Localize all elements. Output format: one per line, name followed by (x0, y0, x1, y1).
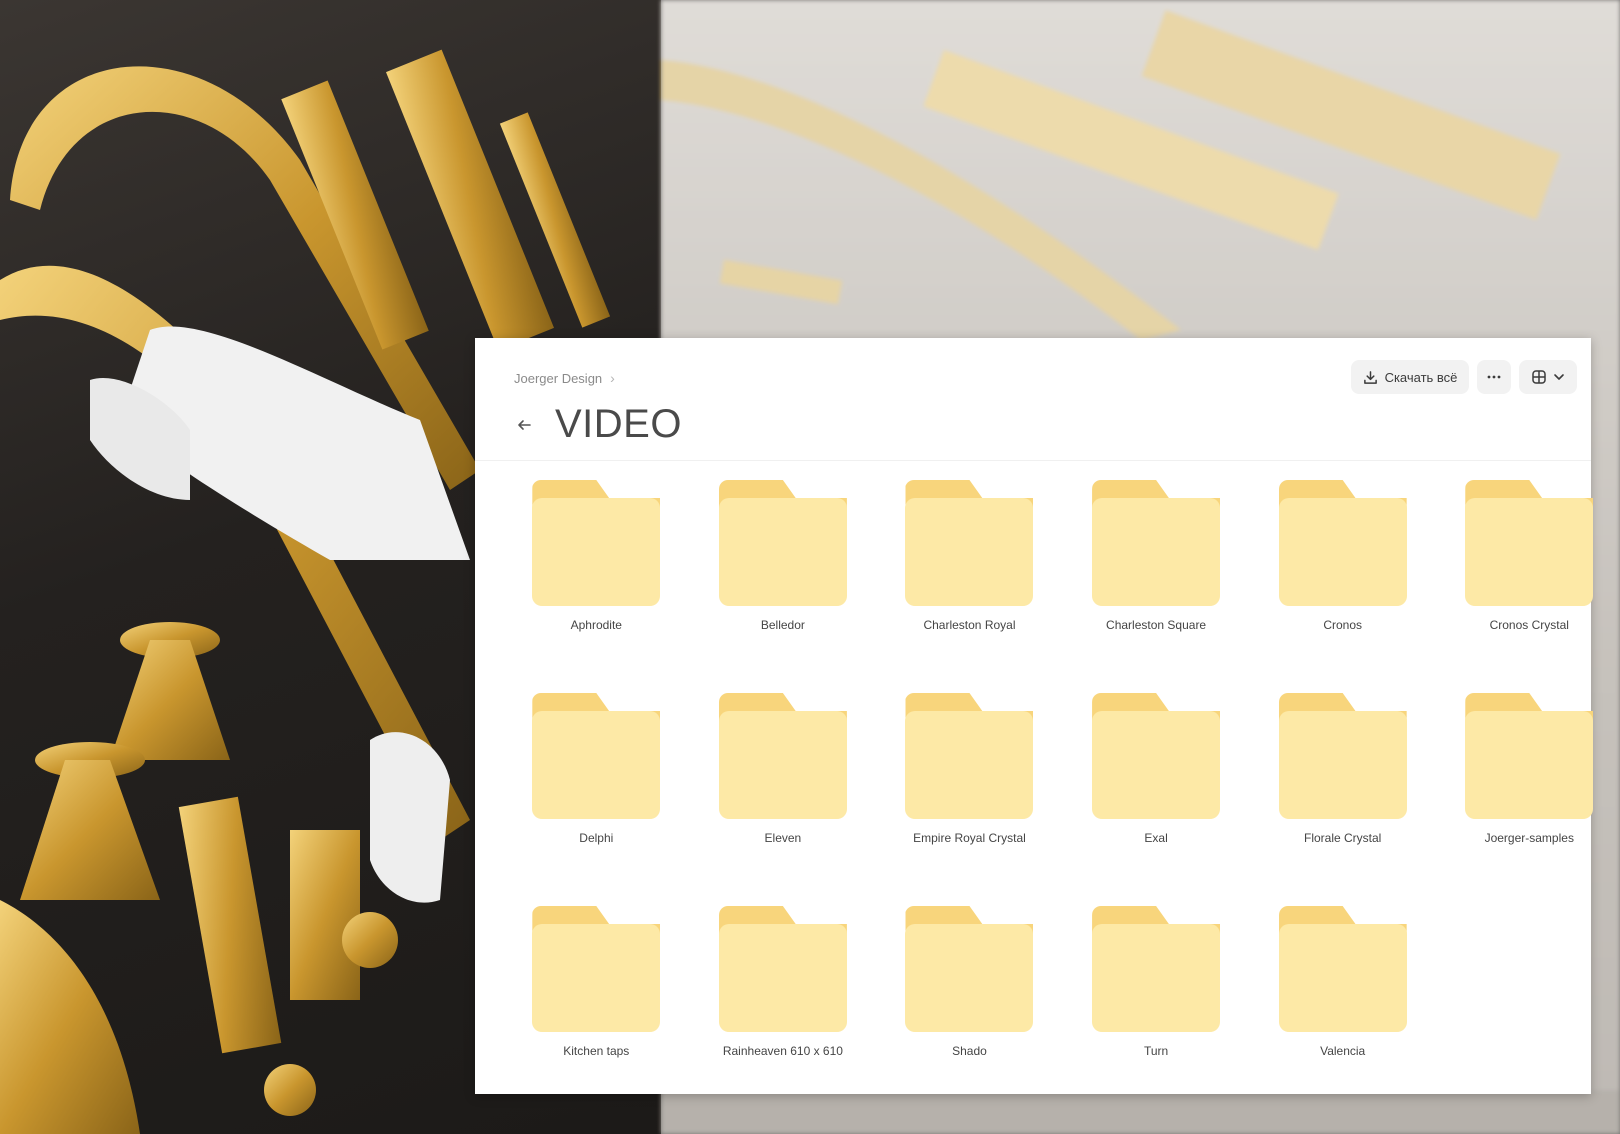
folder-name: Empire Royal Crystal (913, 831, 1026, 845)
folder-icon (1092, 693, 1221, 821)
download-all-label: Скачать всё (1384, 369, 1458, 385)
folder-icon (905, 906, 1034, 1034)
page-title: VIDEO (555, 402, 682, 446)
folder-name: Exal (1144, 831, 1168, 845)
back-button[interactable] (513, 414, 535, 436)
toolbar: Скачать всё (1351, 360, 1577, 394)
folder-icon (718, 480, 847, 608)
view-mode-button[interactable] (1519, 360, 1577, 394)
folder-item[interactable]: Rainheaven 610 x 610 (690, 904, 877, 1117)
download-icon (1363, 370, 1377, 384)
folder-item[interactable]: Delphi (503, 691, 690, 904)
folder-grid: Aphrodite Belledor Charleston Royal Char… (503, 478, 1594, 1117)
folder-icon (1092, 906, 1221, 1034)
folder-item[interactable]: Exal (1063, 691, 1250, 904)
title-row: VIDEO (513, 402, 682, 447)
folder-name: Cronos Crystal (1489, 618, 1569, 632)
back-arrow-icon (518, 419, 531, 430)
folder-icon (1278, 480, 1407, 608)
folder-item[interactable]: Aphrodite (503, 478, 690, 691)
folder-name: Charleston Square (1106, 618, 1207, 632)
folder-item[interactable]: Charleston Royal (876, 478, 1063, 691)
folder-icon (1465, 693, 1594, 821)
folder-item[interactable]: Joerger-samples (1436, 691, 1620, 904)
folder-icon (532, 693, 661, 821)
folder-icon (1465, 480, 1594, 608)
folder-item[interactable]: Charleston Square (1063, 478, 1250, 691)
folder-item[interactable]: Shado (876, 904, 1063, 1117)
folder-name: Delphi (579, 831, 614, 845)
folder-browser-panel: Joerger Design › Скачать всё VIDEO Aphro… (475, 338, 1594, 1094)
folder-item[interactable]: Eleven (690, 691, 877, 904)
folder-icon (905, 693, 1034, 821)
folder-name: Shado (952, 1044, 987, 1058)
folder-icon (1278, 906, 1407, 1034)
folder-name: Kitchen taps (563, 1044, 630, 1058)
folder-name: Joerger-samples (1484, 831, 1574, 845)
folder-name: Turn (1143, 1044, 1169, 1058)
folder-icon (905, 480, 1034, 608)
folder-item[interactable]: Kitchen taps (503, 904, 690, 1117)
breadcrumb: Joerger Design › (514, 368, 615, 388)
folder-name: Belledor (760, 618, 805, 632)
chevron-right-icon: › (610, 370, 615, 386)
folder-item[interactable]: Empire Royal Crystal (876, 691, 1063, 904)
folder-icon (1278, 693, 1407, 821)
folder-name: Charleston Royal (923, 618, 1016, 632)
more-icon (1487, 375, 1501, 379)
folder-item[interactable]: Florale Crystal (1249, 691, 1436, 904)
folder-icon (532, 480, 661, 608)
folder-name: Rainheaven 610 x 610 (722, 1044, 843, 1058)
folder-name: Valencia (1320, 1044, 1366, 1058)
more-button[interactable] (1477, 360, 1511, 394)
folder-name: Eleven (764, 831, 802, 845)
breadcrumb-parent-link[interactable]: Joerger Design (514, 371, 602, 386)
folder-icon (718, 693, 847, 821)
folder-item[interactable]: Cronos Crystal (1436, 478, 1620, 691)
folder-name: Florale Crystal (1303, 831, 1382, 845)
folder-item[interactable]: Valencia (1249, 904, 1436, 1117)
folder-name: Cronos (1323, 618, 1363, 632)
folder-name: Aphrodite (570, 618, 622, 632)
chevron-down-icon (1554, 374, 1564, 380)
grid-view-icon (1532, 370, 1546, 384)
divider (475, 460, 1591, 461)
download-all-button[interactable]: Скачать всё (1351, 360, 1469, 394)
folder-item[interactable]: Belledor (690, 478, 877, 691)
folder-item[interactable]: Cronos (1249, 478, 1436, 691)
folder-icon (718, 906, 847, 1034)
folder-icon (532, 906, 661, 1034)
folder-item[interactable]: Turn (1063, 904, 1250, 1117)
folder-icon (1092, 480, 1221, 608)
